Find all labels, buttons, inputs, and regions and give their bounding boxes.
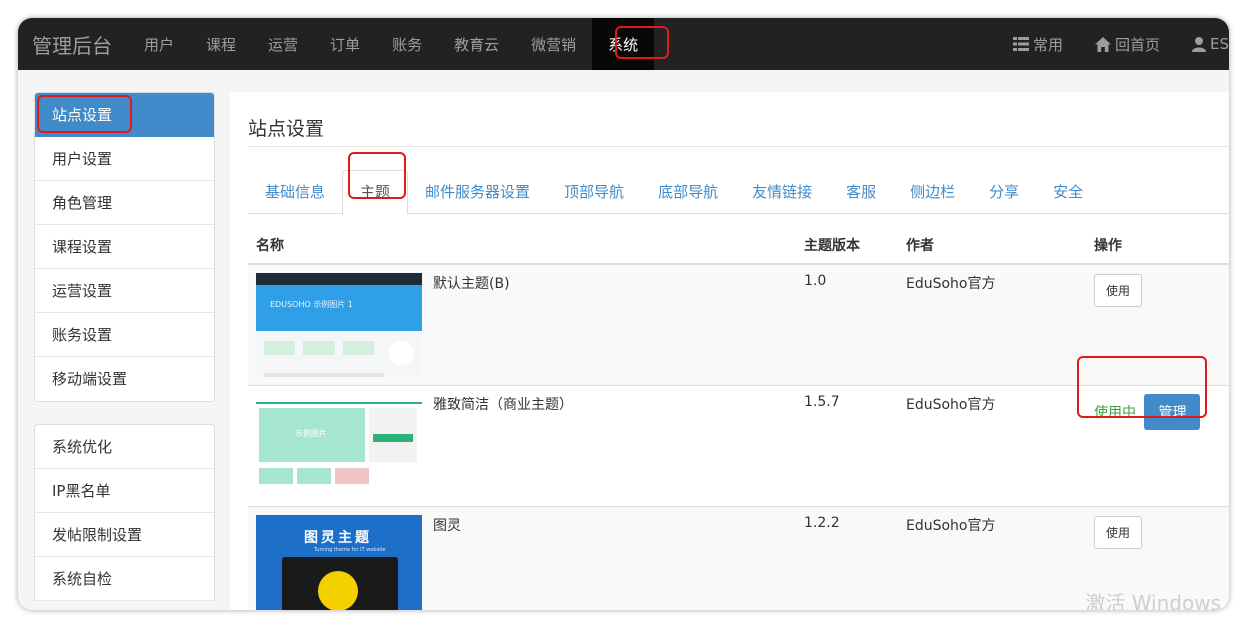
thumb-banner-text: 示例图片 — [295, 429, 327, 438]
nav-home[interactable]: 回首页 — [1079, 18, 1176, 70]
sidebar-item-finance-settings[interactable]: 账务设置 — [35, 313, 214, 357]
sidebar-item-site-settings[interactable]: 站点设置 — [35, 93, 214, 137]
tab-mail-server[interactable]: 邮件服务器设置 — [408, 170, 547, 214]
table-row: EDUSOHO 示例图片 1 默认主题(B) 1.0 EduSoho官方 使用 — [248, 263, 1229, 386]
thumb-banner-text: EDUSOHO 示例图片 1 — [270, 300, 353, 309]
nav-item-courses[interactable]: 课程 — [190, 18, 252, 70]
theme-version: 1.2.2 — [796, 506, 898, 610]
tab-bottom-nav[interactable]: 底部导航 — [641, 170, 735, 214]
theme-name: 图灵 — [433, 518, 461, 534]
nav-item-micro-marketing[interactable]: 微营销 — [515, 18, 592, 70]
tab-friend-links[interactable]: 友情链接 — [735, 170, 829, 214]
nav-user[interactable]: ES — [1176, 18, 1229, 70]
sidebar-item-operation-settings[interactable]: 运营设置 — [35, 269, 214, 313]
nav-user-label: ES — [1210, 35, 1229, 53]
nav-item-system[interactable]: 系统 — [592, 18, 655, 70]
tab-security[interactable]: 安全 — [1036, 170, 1100, 214]
theme-name: 雅致简洁（商业主题） — [433, 397, 573, 413]
table-header: 名称 主题版本 作者 操作 — [248, 226, 1229, 265]
theme-name: 默认主题(B) — [433, 276, 510, 292]
theme-cell: EDUSOHO 示例图片 1 默认主题(B) — [248, 263, 796, 386]
list-icon — [1012, 37, 1029, 51]
sidebar-item-mobile-settings[interactable]: 移动端设置 — [35, 357, 214, 401]
sidebar-item-user-settings[interactable]: 用户设置 — [35, 137, 214, 181]
theme-thumbnail-default: EDUSOHO 示例图片 1 — [256, 273, 422, 377]
windows-watermark: 激活 Windows — [1085, 591, 1221, 610]
sidebar-group-system: 系统优化 IP黑名单 发帖限制设置 系统自检 — [34, 424, 215, 601]
nav-home-label: 回首页 — [1114, 35, 1160, 54]
tab-theme[interactable]: 主题 — [342, 170, 409, 215]
nav-right: 常用 回首页 ES — [997, 18, 1229, 70]
title-divider — [248, 146, 1229, 147]
nav-item-users[interactable]: 用户 — [128, 18, 190, 70]
nav-favorites-label: 常用 — [1032, 35, 1063, 54]
theme-author: EduSoho官方 — [898, 263, 1086, 386]
sidebar-item-post-limit[interactable]: 发帖限制设置 — [35, 513, 214, 557]
theme-cell: 图灵主题 Turning theme for IT website 图灵 — [248, 506, 796, 610]
sidebar-item-system-optimization[interactable]: 系统优化 — [35, 425, 214, 469]
theme-version: 1.5.7 — [796, 385, 898, 507]
sidebar-item-ip-blacklist[interactable]: IP黑名单 — [35, 469, 214, 513]
nav-menu: 用户 课程 运营 订单 账务 教育云 微营销 系统 — [128, 18, 655, 70]
settings-tabs: 基础信息 主题 邮件服务器设置 顶部导航 底部导航 友情链接 客服 侧边栏 分享… — [248, 170, 1229, 215]
sidebar-item-role-management[interactable]: 角色管理 — [35, 181, 214, 225]
theme-version: 1.0 — [796, 263, 898, 386]
brand-title[interactable]: 管理后台 — [32, 30, 112, 59]
user-icon — [1192, 36, 1206, 52]
nav-item-edu-cloud[interactable]: 教育云 — [438, 18, 515, 70]
sidebar-group-site: 站点设置 用户设置 角色管理 课程设置 运营设置 账务设置 移动端设置 — [34, 92, 215, 402]
theme-thumbnail-elegant: 示例图片 — [256, 394, 422, 498]
table-row: 图灵主题 Turning theme for IT website 图灵 1.2… — [248, 506, 1229, 610]
home-icon — [1094, 36, 1111, 52]
top-navbar: 管理后台 用户 课程 运营 订单 账务 教育云 微营销 系统 常用 回首页 ES — [18, 18, 1229, 70]
app-window: 管理后台 用户 课程 运营 订单 账务 教育云 微营销 系统 常用 回首页 ES… — [18, 18, 1229, 610]
tab-top-nav[interactable]: 顶部导航 — [547, 170, 641, 214]
nav-item-system-label: 系统 — [608, 35, 639, 54]
sidebar: 站点设置 用户设置 角色管理 课程设置 运营设置 账务设置 移动端设置 系统优化… — [34, 92, 215, 610]
use-theme-button[interactable]: 使用 — [1094, 516, 1143, 549]
manage-theme-button[interactable]: 管理 — [1144, 394, 1201, 430]
nav-item-finance[interactable]: 账务 — [376, 18, 438, 70]
col-header-name: 名称 — [248, 226, 796, 265]
sidebar-item-self-check[interactable]: 系统自检 — [35, 557, 214, 601]
col-header-author: 作者 — [898, 226, 1086, 265]
main-panel: 站点设置 基础信息 主题 邮件服务器设置 顶部导航 底部导航 友情链接 客服 侧… — [230, 92, 1229, 610]
nav-favorites[interactable]: 常用 — [997, 18, 1079, 70]
table-row: 示例图片 雅致简洁（商业主题） 1.5.7 EduSoho官方 使用中 管理 — [248, 385, 1229, 507]
theme-thumbnail-turing: 图灵主题 Turning theme for IT website — [256, 515, 422, 610]
col-header-version: 主题版本 — [796, 226, 898, 265]
tab-share[interactable]: 分享 — [972, 170, 1036, 214]
theme-actions: 使用中 管理 — [1086, 385, 1229, 507]
theme-author: EduSoho官方 — [898, 385, 1086, 507]
sidebar-item-course-settings[interactable]: 课程设置 — [35, 225, 214, 269]
tab-sidebar[interactable]: 侧边栏 — [893, 170, 972, 214]
tab-basic-info[interactable]: 基础信息 — [248, 170, 342, 214]
col-header-actions: 操作 — [1086, 226, 1229, 265]
thumb-subtitle-text: Turning theme for IT website — [314, 547, 386, 553]
page-title: 站点设置 — [248, 118, 325, 140]
themes-table: 名称 主题版本 作者 操作 EDUSOHO 示例图片 1 默认主题(B) 1.0… — [248, 226, 1229, 610]
theme-cell: 示例图片 雅致简洁（商业主题） — [248, 385, 796, 507]
theme-actions: 使用 — [1086, 263, 1229, 386]
use-theme-button[interactable]: 使用 — [1094, 274, 1143, 307]
tab-customer-service[interactable]: 客服 — [829, 170, 893, 214]
nav-item-orders[interactable]: 订单 — [314, 18, 376, 70]
thumb-title-text: 图灵主题 — [304, 530, 372, 546]
theme-author: EduSoho官方 — [898, 506, 1086, 610]
nav-item-operations[interactable]: 运营 — [252, 18, 314, 70]
in-use-status: 使用中 — [1094, 405, 1136, 421]
